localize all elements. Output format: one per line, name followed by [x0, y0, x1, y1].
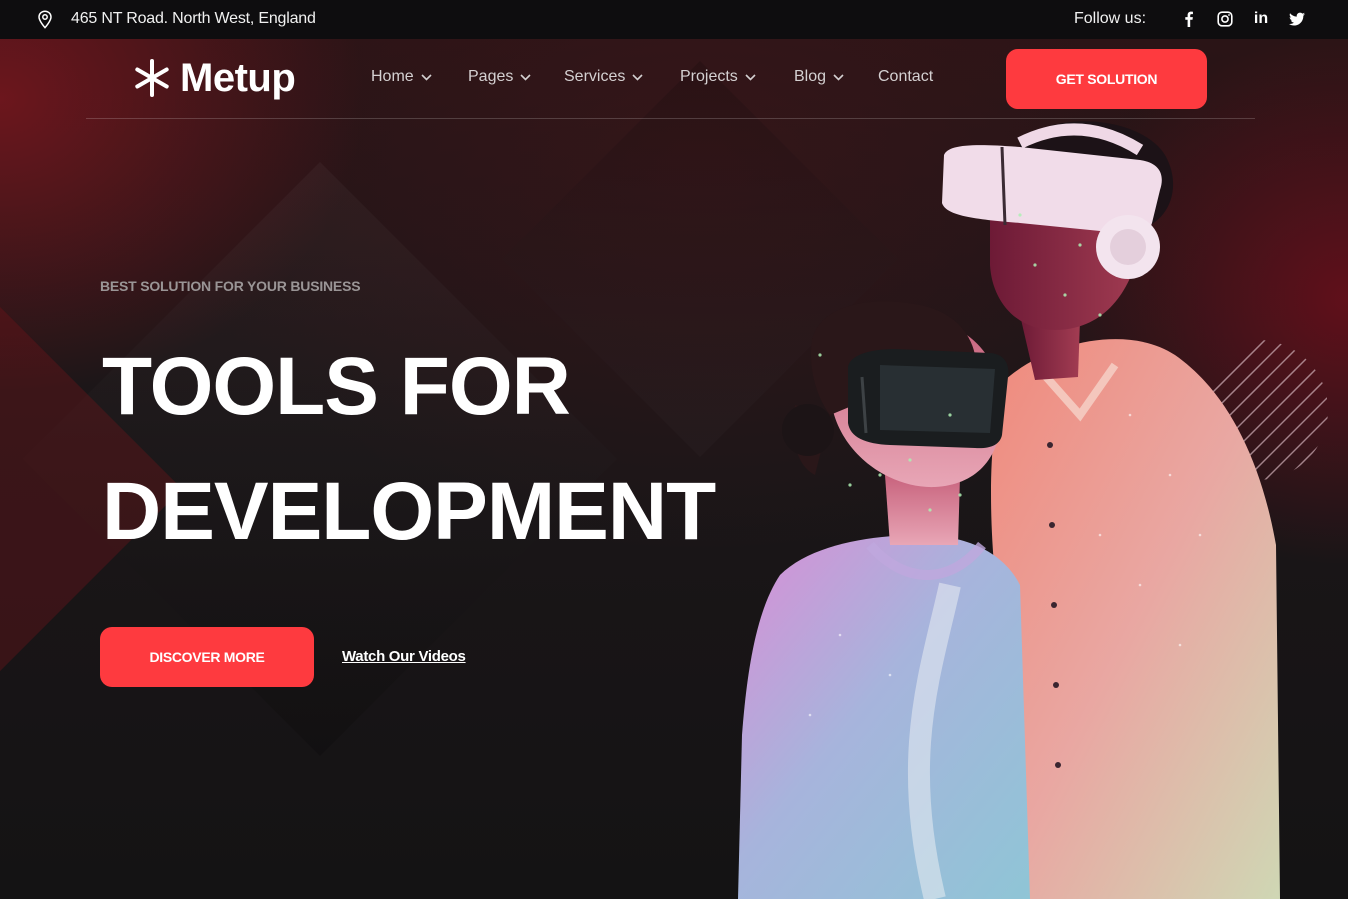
- top-bar: 465 NT Road. North West, England Follow …: [0, 0, 1348, 39]
- get-solution-button[interactable]: GET SOLUTION: [1006, 49, 1207, 109]
- location-pin-icon: [37, 10, 53, 29]
- discover-more-button[interactable]: DISCOVER MORE: [100, 627, 314, 687]
- facebook-icon[interactable]: [1181, 11, 1197, 27]
- nav-item-contact[interactable]: Contact: [878, 68, 933, 86]
- brand-name: Metup: [180, 56, 296, 100]
- hero-title-line-2: DEVELOPMENT: [102, 466, 716, 557]
- twitter-icon[interactable]: [1289, 11, 1305, 27]
- hero-title-line-1: TOOLS FOR: [102, 341, 571, 432]
- nav-item-label: Blog: [794, 68, 827, 85]
- follow-us-label: Follow us:: [1074, 10, 1147, 27]
- nav-item-projects[interactable]: Projects: [680, 68, 756, 86]
- address-text: 465 NT Road. North West, England: [71, 10, 316, 27]
- nav-item-home[interactable]: Home: [371, 68, 432, 86]
- nav-item-label: Home: [371, 68, 414, 85]
- hero-vr-people-image: [738, 121, 1328, 899]
- watch-videos-link[interactable]: Watch Our Videos: [342, 648, 466, 665]
- chevron-down-icon: [632, 73, 643, 81]
- chevron-down-icon: [833, 73, 844, 81]
- nav-item-pages[interactable]: Pages: [468, 68, 531, 86]
- nav-item-label: Pages: [468, 68, 514, 85]
- nav-item-services[interactable]: Services: [564, 68, 643, 86]
- chevron-down-icon: [520, 73, 531, 81]
- brand-logo[interactable]: Metup: [132, 56, 296, 100]
- linkedin-icon[interactable]: in: [1253, 11, 1269, 27]
- nav-item-label: Contact: [878, 68, 934, 85]
- nav-item-blog[interactable]: Blog: [794, 68, 844, 86]
- instagram-icon[interactable]: [1217, 11, 1233, 27]
- chevron-down-icon: [745, 73, 756, 81]
- linkedin-text: in: [1253, 10, 1269, 27]
- hero-eyebrow: BEST SOLUTION FOR YOUR BUSINESS: [100, 278, 361, 294]
- chevron-down-icon: [421, 73, 432, 81]
- asterisk-logo-icon: [135, 59, 169, 97]
- nav-item-label: Projects: [680, 68, 738, 85]
- nav-item-label: Services: [564, 68, 626, 85]
